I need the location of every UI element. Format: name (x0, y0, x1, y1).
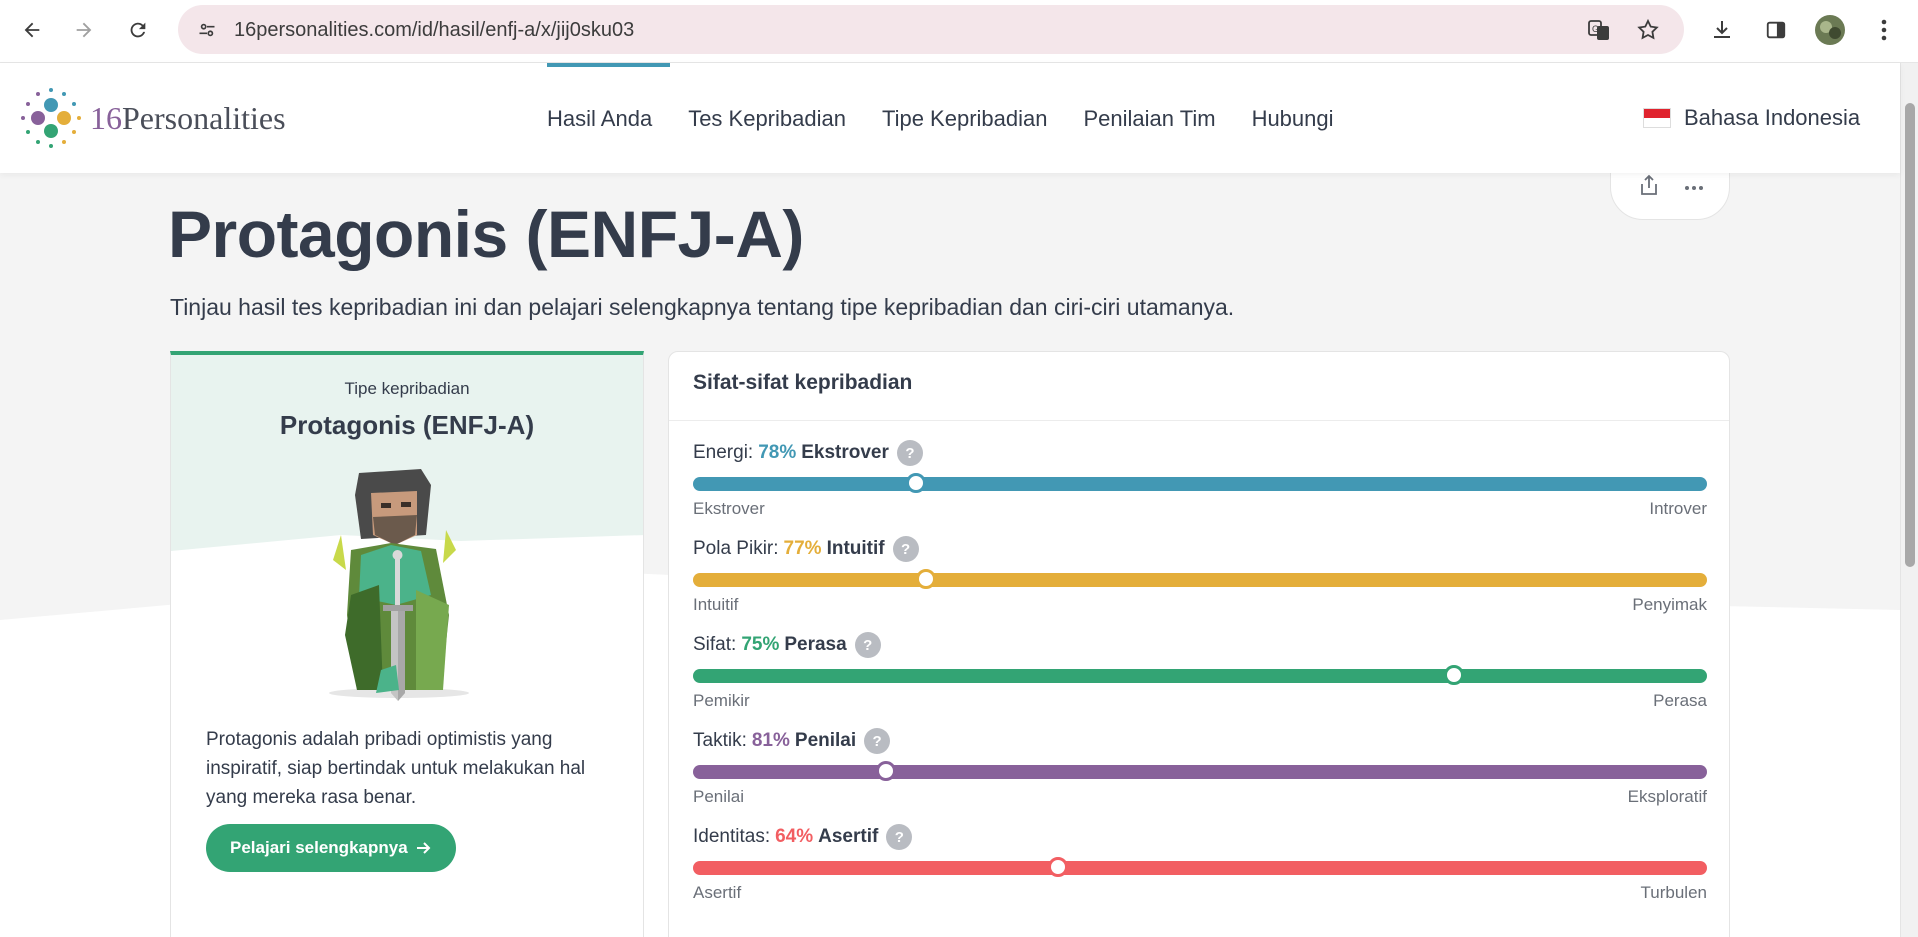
trait-row: Energi: 78% Ekstrover? Ekstrover Introver (693, 439, 1707, 519)
trait-slider-knob (906, 473, 927, 493)
trait-dimension: Taktik: (693, 730, 747, 751)
trait-result: Penilai (794, 730, 857, 751)
trait-row: Pola Pikir: 77% Intuitif? Intuitif Penyimak (693, 535, 1707, 615)
page-intro: Tinjau hasil tes kepribadian ini dan pel… (170, 294, 1235, 320)
logo-number: 16 (90, 99, 122, 136)
site-logo[interactable]: 16Personalities (20, 87, 286, 149)
download-icon[interactable] (1704, 12, 1740, 48)
trait-result: Ekstrover (801, 442, 889, 463)
help-icon[interactable]: ? (864, 728, 891, 754)
trait-bar (693, 857, 1707, 877)
trait-right-label: Introver (1649, 499, 1707, 518)
menu-dots-icon[interactable] (1866, 12, 1902, 48)
trait-result: Asertif (818, 826, 879, 847)
logo-word: Personalities (122, 99, 286, 136)
trait-left-label: Intuitif (693, 595, 739, 614)
trait-slider-knob (1048, 857, 1069, 877)
more-options-icon[interactable] (1684, 178, 1704, 196)
address-bar[interactable]: 16personalities.com/id/hasil/enfj-a/x/ji… (178, 5, 1684, 54)
trait-bar (693, 761, 1707, 781)
share-icon[interactable] (1637, 173, 1661, 202)
trait-result: Perasa (784, 634, 847, 655)
trait-dimension: Energi: (693, 442, 754, 463)
trait-row: Taktik: 81% Penilai? Penilai Eksploratif (693, 727, 1707, 807)
logo-dots-icon (21, 88, 81, 148)
side-panel-icon[interactable] (1758, 12, 1794, 48)
type-description: Protagonis adalah pribadi optimistis yan… (206, 729, 586, 808)
trait-dimension: Sifat: (693, 634, 737, 655)
language-label: Bahasa Indonesia (1684, 105, 1861, 130)
nav-hasil-anda[interactable]: Hasil Anda (547, 63, 671, 173)
trait-slider-knob (875, 761, 896, 781)
trait-ends: Intuitif Penyimak (693, 595, 1707, 615)
trait-left-label: Asertif (693, 883, 742, 902)
traits-card: Sifat-sifat kepribadian Energi: 78% Ekstro… (668, 351, 1730, 937)
nav-penilaian-tim[interactable]: Penilaian Tim (1065, 63, 1233, 173)
trait-label-line: Pola Pikir: 77% Intuitif? (693, 535, 1707, 563)
trait-right-label: Eksploratif (1627, 787, 1707, 806)
indonesia-flag-icon (1644, 109, 1670, 127)
trait-percent: 75% (741, 634, 780, 655)
trait-bar (693, 665, 1707, 685)
trait-percent: 78% (758, 442, 797, 463)
trait-label-line: Identitas: 64% Asertif? (693, 823, 1707, 851)
trait-result: Intuitif (826, 538, 885, 559)
reload-icon[interactable] (120, 12, 156, 48)
svg-text:G: G (1592, 24, 1599, 34)
language-selector[interactable]: Bahasa Indonesia (1644, 105, 1860, 131)
translate-icon[interactable]: G (1586, 17, 1612, 43)
trait-label-line: Sifat: 75% Perasa? (693, 631, 1707, 659)
trait-left-label: Penilai (693, 787, 745, 806)
help-icon[interactable]: ? (896, 440, 923, 466)
trait-ends: Pemikir Perasa (693, 691, 1707, 711)
trait-label-line: Taktik: 81% Penilai? (693, 727, 1707, 755)
trait-ends: Penilai Eksploratif (693, 787, 1707, 807)
url-text[interactable]: 16personalities.com/id/hasil/enfj-a/x/ji… (234, 19, 634, 42)
trait-left-label: Pemikir (693, 691, 750, 710)
page-scrollbar[interactable] (1900, 63, 1918, 937)
browser-toolbar: 16personalities.com/id/hasil/enfj-a/x/ji… (0, 0, 1918, 63)
page-title: Protagonis (ENFJ-A) (168, 197, 804, 271)
forward-icon[interactable] (66, 12, 102, 48)
help-icon[interactable]: ? (892, 536, 919, 562)
trait-right-label: Penyimak (1632, 595, 1707, 614)
personality-type-card: Tipe kepribadian Protagonis (ENFJ-A) Pro… (170, 351, 644, 937)
learn-more-button[interactable]: Pelajari selengkapnya (206, 824, 456, 872)
back-icon[interactable] (14, 12, 50, 48)
trait-row: Sifat: 75% Perasa? Pemikir Perasa (693, 631, 1707, 711)
trait-left-label: Ekstrover (693, 499, 765, 518)
trait-ends: Ekstrover Introver (693, 499, 1707, 519)
scrollbar-thumb[interactable] (1905, 103, 1915, 567)
learn-more-label: Pelajari selengkapnya (230, 838, 408, 857)
trait-ends: Asertif Turbulen (693, 883, 1707, 903)
nav-tes-kepribadian[interactable]: Tes Kepribadian (670, 63, 864, 173)
type-name: Protagonis (ENFJ-A) (279, 410, 535, 440)
trait-right-label: Perasa (1653, 691, 1707, 710)
nav-tipe-kepribadian[interactable]: Tipe Kepribadian (864, 63, 1066, 173)
arrow-right-icon (416, 842, 431, 854)
trait-slider-knob (916, 569, 937, 589)
trait-dimension: Pola Pikir: (693, 538, 779, 559)
bookmark-star-icon[interactable] (1635, 17, 1661, 43)
help-icon[interactable]: ? (854, 632, 881, 658)
trait-row: Identitas: 64% Asertif? Asertif Turbulen (693, 823, 1707, 903)
trait-percent: 81% (751, 730, 790, 751)
trait-bar (693, 569, 1707, 589)
trait-label-line: Energi: 78% Ekstrover? (693, 439, 1707, 467)
trait-percent: 64% (775, 826, 814, 847)
type-kicker: Tipe kepribadian (344, 379, 470, 398)
main-nav: Hasil Anda Tes Kepribadian Tipe Kepribad… (547, 63, 1352, 173)
site-header: 16Personalities Hasil Anda Tes Kepribadi… (0, 63, 1900, 173)
profile-avatar[interactable] (1812, 12, 1848, 48)
protagonist-avatar (329, 469, 469, 701)
trait-dimension: Identitas: (693, 826, 771, 847)
nav-hubungi[interactable]: Hubungi (1234, 63, 1352, 173)
site-info-icon[interactable] (194, 17, 220, 43)
trait-right-label: Turbulen (1640, 883, 1707, 902)
traits-heading: Sifat-sifat kepribadian (669, 352, 1729, 421)
trait-bar (693, 473, 1707, 493)
help-icon[interactable]: ? (886, 824, 913, 850)
trait-percent: 77% (783, 538, 822, 559)
trait-slider-knob (1443, 665, 1464, 685)
